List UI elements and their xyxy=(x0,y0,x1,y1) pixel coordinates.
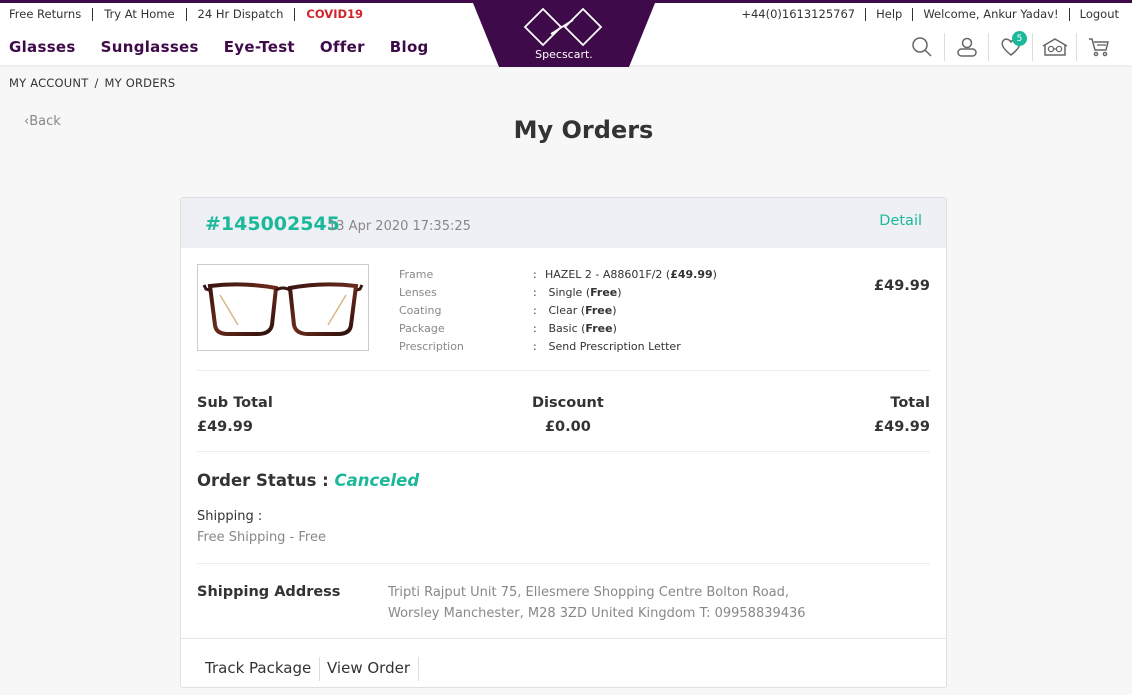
shipping-label: Shipping : xyxy=(197,509,263,524)
total-block: Total £49.99 xyxy=(874,391,930,439)
logo-mark-icon xyxy=(523,7,603,47)
product-image[interactable] xyxy=(197,264,369,351)
breadcrumb: MY ACCOUNT / MY ORDERS xyxy=(9,76,175,90)
order-status: Order Status : Canceled xyxy=(197,471,419,490)
spec-value: Single (Free) xyxy=(548,286,622,299)
address-line-1: Tripti Rajput Unit 75, Ellesmere Shoppin… xyxy=(388,585,790,600)
nav-blog[interactable]: Blog xyxy=(390,38,429,56)
spec-row-coating: Coating : Clear (Free) xyxy=(399,304,717,322)
breadcrumb-separator: / xyxy=(94,76,99,90)
divider xyxy=(197,370,930,371)
spec-colon: : xyxy=(533,340,537,353)
breadcrumb-my-orders: MY ORDERS xyxy=(104,76,176,90)
spec-label: Frame xyxy=(399,268,434,281)
logout-link[interactable]: Logout xyxy=(1070,8,1129,21)
address-line-2: Worsley Manchester, M28 3ZD United Kingd… xyxy=(388,606,806,621)
order-status-value: Canceled xyxy=(334,471,420,490)
account-button[interactable] xyxy=(944,33,988,61)
spec-colon: : xyxy=(533,304,537,317)
spec-row-prescription: Prescription : Send Prescription Letter xyxy=(399,340,717,358)
shipping-address-value: Tripti Rajput Unit 75, Ellesmere Shoppin… xyxy=(388,582,808,624)
subtotal-value: £49.99 xyxy=(197,419,253,435)
spec-value: Send Prescription Letter xyxy=(548,340,681,353)
main-nav: Glasses Sunglasses Eye-Test Offer Blog xyxy=(9,38,454,56)
divider xyxy=(197,563,930,564)
spec-colon: : xyxy=(533,322,537,335)
order-totals: Sub Total £49.99 Discount £0.00 Total £4… xyxy=(197,391,930,435)
total-label: Total xyxy=(890,395,930,411)
spec-value: Basic (Free) xyxy=(548,322,617,335)
dispatch-link[interactable]: 24 Hr Dispatch xyxy=(187,8,296,21)
order-card-header: #145002545 13 Apr 2020 17:35:25 Detail xyxy=(181,198,946,248)
page-title: My Orders xyxy=(513,116,654,144)
shipping-address-label: Shipping Address xyxy=(197,584,341,600)
breadcrumb-my-account[interactable]: MY ACCOUNT xyxy=(9,76,88,90)
welcome-user[interactable]: Welcome, Ankur Yadav! xyxy=(913,8,1070,21)
utility-links-left: Free Returns Try At Home 24 Hr Dispatch … xyxy=(0,8,374,21)
discount-block: Discount £0.00 xyxy=(532,391,604,439)
header-icons: 5 xyxy=(900,31,1120,61)
brand-logo[interactable]: Specscart. xyxy=(473,3,655,67)
spec-row-frame: Frame : HAZEL 2 - A88601F/2 (£49.99) xyxy=(399,268,717,286)
help-link[interactable]: Help xyxy=(866,8,914,21)
spec-colon: : xyxy=(533,286,537,299)
nav-glasses[interactable]: Glasses xyxy=(9,38,76,56)
wishlist-button[interactable]: 5 xyxy=(988,31,1032,61)
divider xyxy=(197,451,930,452)
subtotal-label: Sub Total xyxy=(197,395,273,411)
order-detail-link[interactable]: Detail xyxy=(879,213,922,229)
nav-eye-test[interactable]: Eye-Test xyxy=(224,38,295,56)
spec-value: Clear (Free) xyxy=(548,304,617,317)
order-date: 13 Apr 2020 17:35:25 xyxy=(328,219,471,234)
shipping-value: Free Shipping - Free xyxy=(197,530,326,545)
spec-label: Lenses xyxy=(399,286,437,299)
search-icon xyxy=(912,37,932,57)
spec-colon: : xyxy=(533,268,537,281)
discount-value: £0.00 xyxy=(544,419,591,435)
order-card: #145002545 13 Apr 2020 17:35:25 Detail F… xyxy=(180,197,947,688)
view-order-button[interactable]: View Order xyxy=(319,657,419,681)
wishlist-count-badge: 5 xyxy=(1012,31,1027,46)
track-package-button[interactable]: Track Package xyxy=(197,657,321,681)
order-id: #145002545 xyxy=(205,213,340,235)
order-status-label: Order Status : xyxy=(197,471,329,490)
spec-label: Prescription xyxy=(399,340,464,353)
utility-links-right: +44(0)1613125767 Help Welcome, Ankur Yad… xyxy=(731,8,1129,21)
home-glasses-icon xyxy=(1042,38,1067,56)
site-header: Free Returns Try At Home 24 Hr Dispatch … xyxy=(0,3,1132,67)
spec-label: Package xyxy=(399,322,445,335)
search-button[interactable] xyxy=(900,33,944,61)
spec-row-lenses: Lenses : Single (Free) xyxy=(399,286,717,304)
spec-row-package: Package : Basic (Free) xyxy=(399,322,717,340)
phone-number[interactable]: +44(0)1613125767 xyxy=(731,8,867,21)
subtotal-block: Sub Total £49.99 xyxy=(197,391,273,439)
logo-text: Specscart. xyxy=(535,48,593,61)
eyeglasses-icon xyxy=(202,282,364,336)
try-at-home-button[interactable] xyxy=(1032,33,1076,61)
item-price: £49.99 xyxy=(874,278,930,294)
free-returns-link[interactable]: Free Returns xyxy=(0,8,94,21)
covid-link[interactable]: COVID19 xyxy=(295,8,374,21)
user-icon xyxy=(956,37,977,57)
cart-button[interactable] xyxy=(1076,33,1120,61)
nav-sunglasses[interactable]: Sunglasses xyxy=(101,38,199,56)
discount-label: Discount xyxy=(532,395,604,411)
product-specs: Frame : HAZEL 2 - A88601F/2 (£49.99) Len… xyxy=(399,268,717,358)
spec-label: Coating xyxy=(399,304,442,317)
cart-icon xyxy=(1088,38,1109,57)
total-value: £49.99 xyxy=(874,419,930,435)
nav-offer[interactable]: Offer xyxy=(320,38,365,56)
order-card-footer: Track Package View Order xyxy=(181,638,946,687)
spec-value: HAZEL 2 - A88601F/2 (£49.99) xyxy=(545,268,717,281)
try-at-home-link[interactable]: Try At Home xyxy=(93,8,187,21)
